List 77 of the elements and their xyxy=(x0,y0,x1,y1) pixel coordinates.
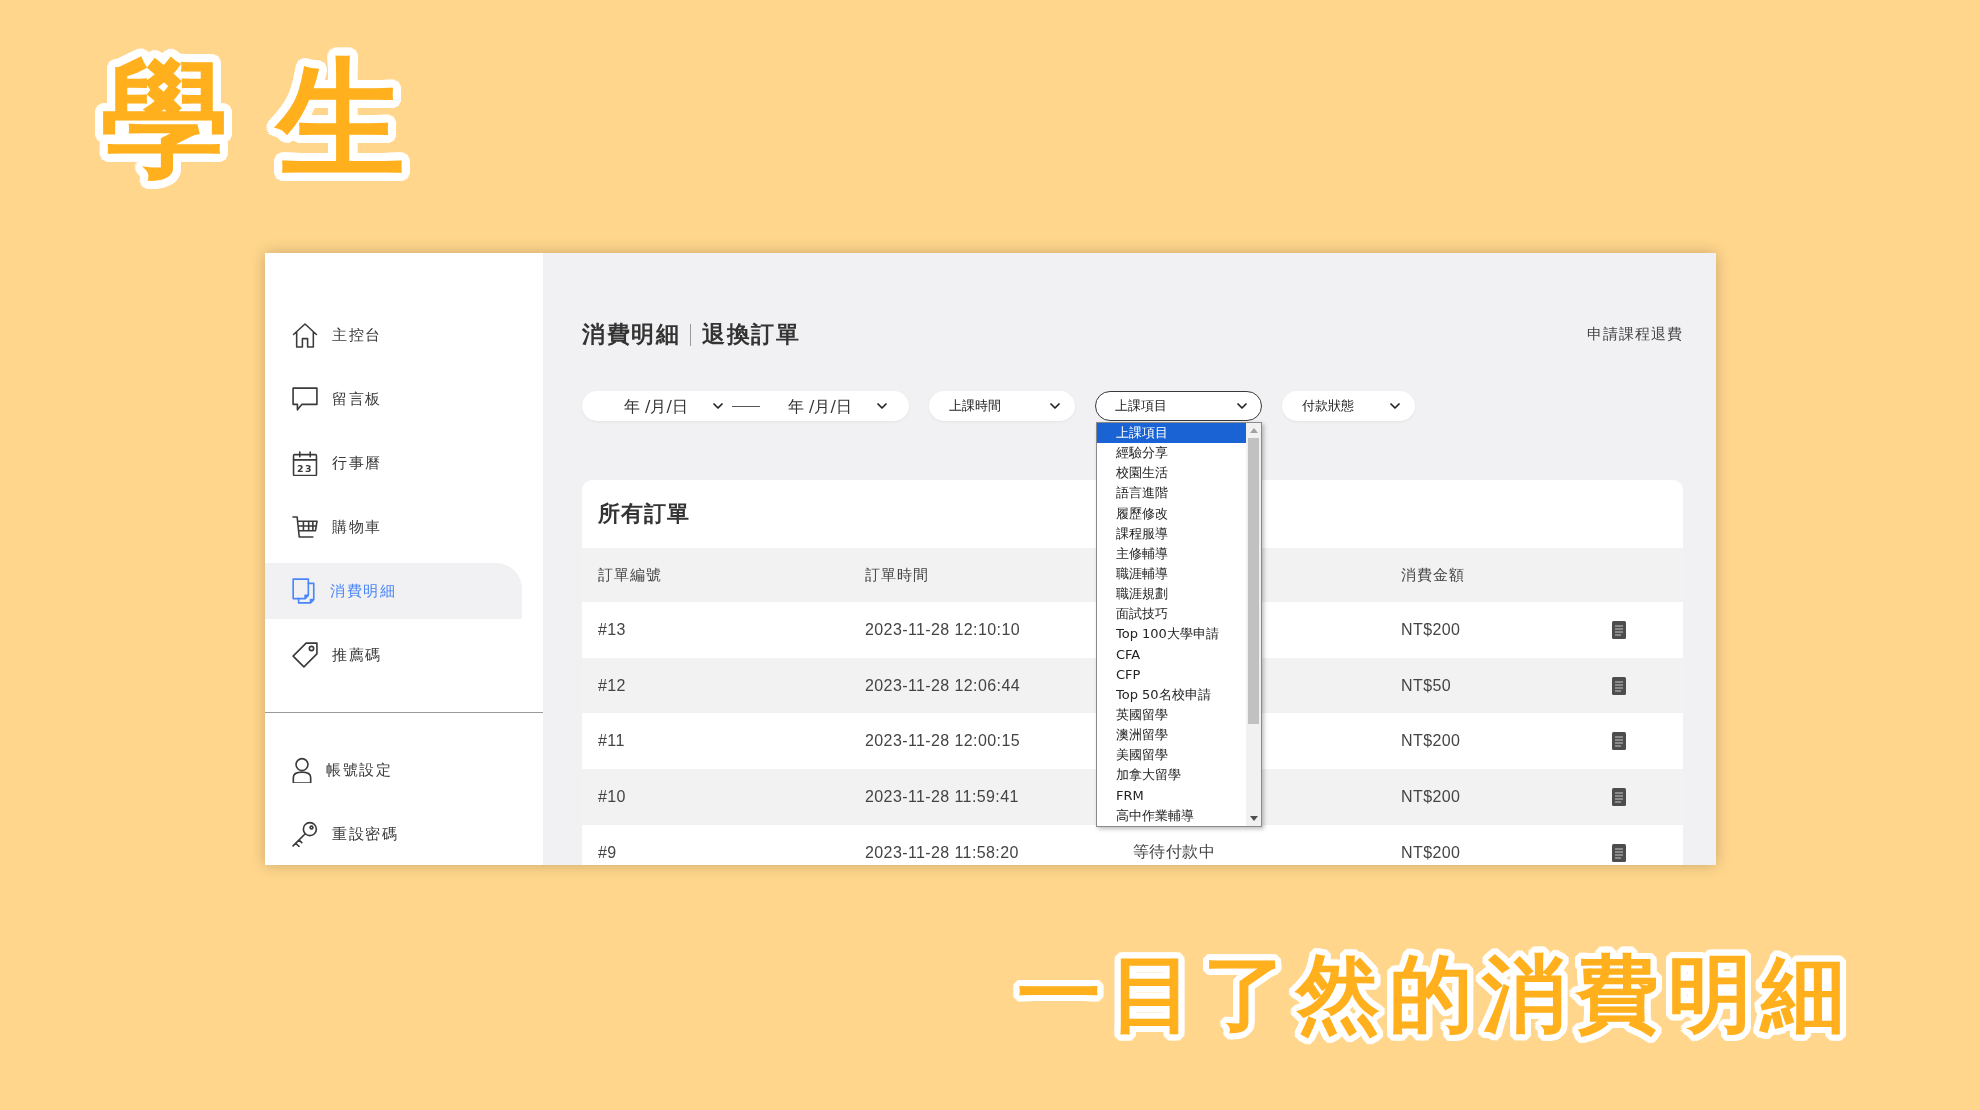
dropdown-option[interactable]: 上課項目 xyxy=(1097,423,1246,444)
date-field[interactable]: 年 /月/日 xyxy=(624,396,698,416)
dropdown-option[interactable]: 高中作業輔導 xyxy=(1097,805,1246,826)
table-cell: 2023-11-28 12:06:44 xyxy=(865,676,1020,695)
sidebar-item[interactable]: 帳號設定 xyxy=(265,742,522,798)
dropdown-option[interactable]: 職涯規劃 xyxy=(1097,584,1246,605)
dropdown-option[interactable]: 語言進階 xyxy=(1097,483,1246,504)
document-icon[interactable] xyxy=(1612,732,1626,751)
caret-down-icon[interactable] xyxy=(1249,816,1258,821)
dropdown-option[interactable]: 面試技巧 xyxy=(1097,604,1246,625)
table-cell: 2023-11-28 12:00:15 xyxy=(865,732,1020,751)
house-icon xyxy=(292,322,318,348)
sidebar-item[interactable]: 重設密碼 xyxy=(265,806,522,862)
dropdown-option[interactable]: Top 50名校申請 xyxy=(1097,684,1246,705)
scrollbar-thumb[interactable] xyxy=(1248,438,1259,724)
dropdown-option[interactable]: 主修輔導 xyxy=(1097,543,1246,564)
document-icon[interactable] xyxy=(1612,843,1626,862)
table-cell: NT$200 xyxy=(1401,620,1461,639)
column-header: 消費金額 xyxy=(1401,565,1465,585)
dropdown-option[interactable]: 澳洲留學 xyxy=(1097,725,1246,746)
page-subtitle: 退換訂單 xyxy=(702,320,800,349)
table-cell: #9 xyxy=(598,843,617,862)
cart-icon xyxy=(292,516,318,538)
dropdown-option[interactable]: CFA xyxy=(1097,644,1246,665)
speech-bubble-icon xyxy=(292,387,318,411)
table-cell: #13 xyxy=(598,620,626,639)
column-header: 訂單時間 xyxy=(865,565,929,585)
chevron-down-icon xyxy=(713,403,723,409)
caption-title: 一目了然的消費明細 xyxy=(1016,944,1855,1045)
dropdown-option[interactable]: 履歷修改 xyxy=(1097,503,1246,524)
table-cell: 2023-11-28 11:58:20 xyxy=(865,843,1019,862)
table-cell-text: 等待付款中 xyxy=(1133,842,1215,863)
documents-icon xyxy=(292,578,316,604)
table-cell: 2023-11-28 12:10:10 xyxy=(865,620,1020,639)
table-cell: #10 xyxy=(598,787,626,806)
dropdown-select[interactable]: 上課項目 xyxy=(1095,391,1262,421)
dropdown-option[interactable]: 英國留學 xyxy=(1097,704,1246,726)
calendar-icon: 23 xyxy=(292,450,318,476)
dropdown-option[interactable]: 加拿大留學 xyxy=(1097,765,1246,786)
sidebar-item[interactable]: 購物車 xyxy=(265,499,522,555)
document-icon[interactable] xyxy=(1612,676,1626,695)
table-cell: NT$200 xyxy=(1401,843,1461,862)
dropdown-select[interactable]: 付款狀態 xyxy=(1282,391,1415,421)
table-cell: NT$200 xyxy=(1401,787,1461,806)
dropdown-option[interactable]: 經驗分享 xyxy=(1097,443,1246,464)
table-cell: NT$50 xyxy=(1401,676,1452,695)
dropdown-option[interactable]: 校園生活 xyxy=(1097,463,1246,484)
dropdown-option[interactable]: Top 100大學申請 xyxy=(1097,624,1246,645)
document-icon[interactable] xyxy=(1612,787,1626,806)
column-header: 訂單編號 xyxy=(598,565,662,585)
tag-icon xyxy=(292,642,318,668)
sidebar-item[interactable]: 主控台 xyxy=(265,307,522,363)
person-icon xyxy=(292,757,312,783)
sidebar-item[interactable]: 推薦碼 xyxy=(265,627,522,683)
table-cell: 2023-11-28 11:59:41 xyxy=(865,787,1019,806)
key-icon xyxy=(292,821,318,847)
dropdown-option[interactable]: 美國留學 xyxy=(1097,745,1246,766)
dropdown-option[interactable]: 課程服導 xyxy=(1097,523,1246,544)
table-cell: #11 xyxy=(598,732,625,751)
document-icon[interactable] xyxy=(1612,620,1626,639)
chevron-down-icon xyxy=(877,403,887,409)
card-title: 所有訂單 xyxy=(598,500,690,528)
date-field[interactable]: 年 /月/日 xyxy=(788,396,862,416)
dropdown-select[interactable]: 上課時間 xyxy=(929,391,1075,421)
scrollbar-track[interactable] xyxy=(1246,423,1261,826)
chevron-down-icon xyxy=(1237,403,1247,409)
dropdown-option[interactable]: FRM xyxy=(1097,785,1246,806)
dropdown-option[interactable]: CFP xyxy=(1097,664,1246,685)
refund-request-link[interactable]: 申請課程退費 xyxy=(1587,325,1683,344)
dropdown-option[interactable]: 職涯輔導 xyxy=(1097,564,1246,585)
table-cell: NT$200 xyxy=(1401,732,1461,751)
sidebar-item[interactable]: 23 行事曆 xyxy=(265,435,522,491)
sidebar-item[interactable]: 留言板 xyxy=(265,371,522,427)
chevron-down-icon xyxy=(1390,403,1400,409)
page-title: 消費明細 xyxy=(582,320,680,349)
table-cell: #12 xyxy=(598,676,626,695)
chevron-down-icon xyxy=(1050,403,1060,409)
